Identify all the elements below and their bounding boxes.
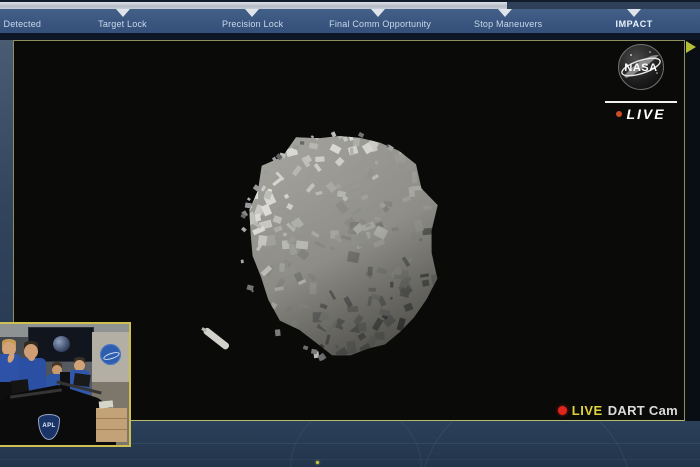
timeline-progress-fill [0,2,507,9]
set-line-decoration [0,459,700,460]
timeline-phase-final-comm-opportunity: Final Comm Opportunity [329,19,431,29]
timeline-phase-detected: Detected [4,19,42,29]
nasa-meatball-logo: NASA [617,43,665,91]
set-dot-decoration [316,461,319,464]
timeline-marker-icon [371,9,385,17]
camera-live-label: LIVE [572,403,603,418]
set-circle-decoration [420,421,632,467]
live-badge: LIVE [626,106,665,122]
nasa-tv-dart-broadcast: { "timeline": { "progress_pct": 72.4, "p… [0,0,700,467]
pip-storage-box [96,408,127,442]
timeline-track [0,2,700,9]
network-bug: NASA LIVE [602,43,680,122]
timeline-marker-icon [116,9,130,17]
set-circle-decoration [290,421,422,467]
timeline-phase-target-lock: Target Lock [98,19,147,29]
pip-papers [99,400,114,408]
timeline-marker-icon [627,9,641,17]
pip-right-wall [92,332,129,384]
pip-nasa-logo [100,344,121,365]
mission-control-pip: APL [0,322,131,447]
asteroid-fragment [201,327,230,351]
camera-badge: LIVE DART Cam [558,403,678,418]
timeline-phase-stop-maneuvers: Stop Maneuvers [474,19,542,29]
set-right-strip [685,40,700,421]
live-dot-icon [616,111,622,117]
timeline-marker-icon [498,9,512,17]
person-2-hands [28,354,35,361]
nasa-logo-text: NASA [624,62,657,74]
set-arrow-icon [686,41,696,53]
record-dot-icon [558,406,567,415]
set-gap-band [0,33,700,40]
timeline-phase-precision-lock: Precision Lock [222,19,283,29]
camera-name-label: DART Cam [608,403,678,418]
live-divider-line [605,101,677,103]
mission-phase-timeline: Detected Target Lock Precision Lock Final C… [0,0,700,33]
apl-logo-text: APL [39,423,59,429]
timeline-phase-impact: IMPACT [615,19,652,29]
pip-screen-asteroid [53,336,70,352]
timeline-marker-icon [245,9,259,17]
